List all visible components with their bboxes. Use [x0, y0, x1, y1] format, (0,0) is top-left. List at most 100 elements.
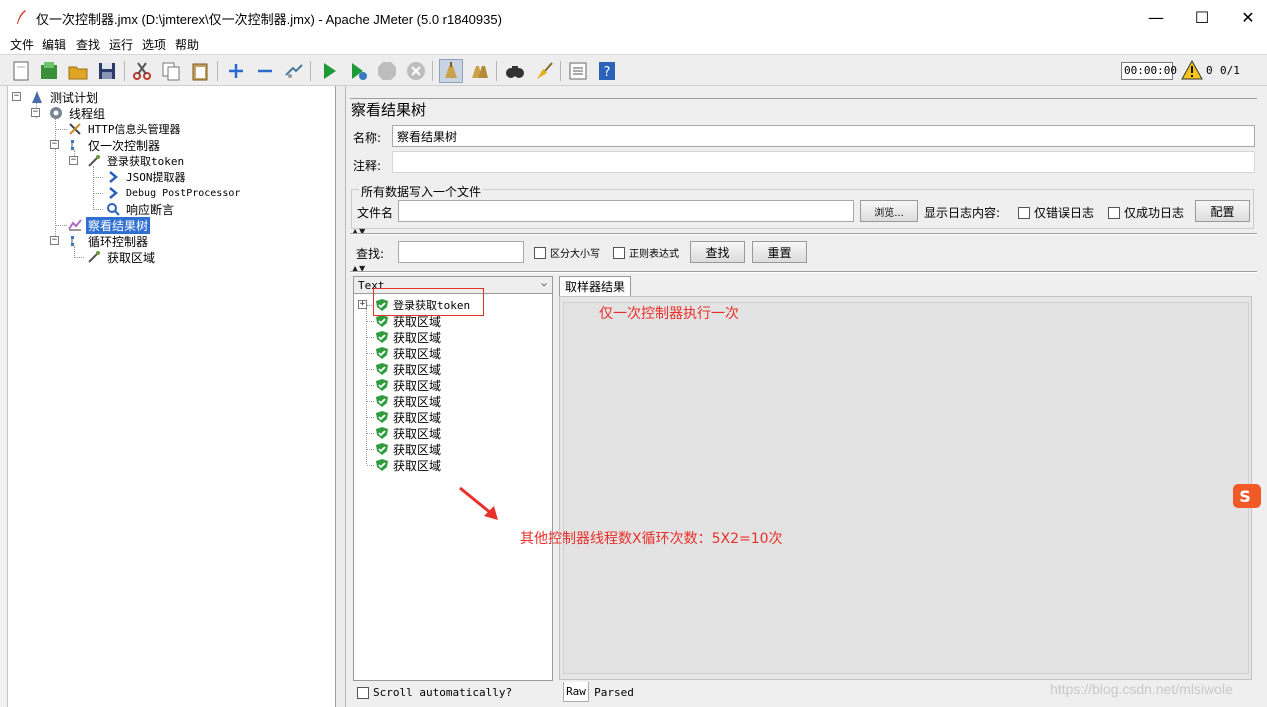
tree-node-debug-postprocessor[interactable]: Debug PostProcessor [105, 185, 242, 201]
collapse-toggle[interactable]: − [50, 140, 59, 149]
result-item[interactable]: 获取区域 [367, 409, 442, 425]
menu-edit[interactable]: 编辑 [42, 36, 66, 53]
sogou-ime-icon[interactable]: S [1231, 482, 1261, 510]
regex-checkbox[interactable]: 正则表达式 [613, 245, 679, 260]
collapse-icon[interactable] [253, 59, 277, 83]
success-shield-icon [376, 459, 388, 471]
comment-label: 注释: [353, 159, 382, 173]
collapse-toggle[interactable]: − [69, 156, 78, 165]
clear-icon[interactable] [439, 59, 463, 83]
configure-button[interactable]: 配置 [1195, 200, 1250, 222]
new-icon[interactable] [9, 59, 33, 83]
errors-only-checkbox[interactable]: 仅错误日志 [1018, 204, 1094, 221]
reset-search-icon[interactable] [532, 59, 556, 83]
tree-node-header-manager[interactable]: HTTP信息头管理器 [67, 121, 183, 137]
success-shield-icon [376, 347, 388, 359]
tree-node-response-assertion[interactable]: 响应断言 [105, 201, 176, 217]
tree-connector [367, 417, 374, 418]
tree-node-label: Debug PostProcessor [126, 187, 241, 199]
menu-bar: 文件 编辑 查找 运行 选项 帮助 [0, 34, 1267, 54]
menu-run[interactable]: 运行 [109, 36, 133, 53]
tree-node-thread-group[interactable]: 线程组 [48, 105, 107, 121]
expand-icon[interactable] [224, 59, 248, 83]
case-sensitive-checkbox[interactable]: 区分大小写 [534, 245, 600, 260]
tree-connector [367, 449, 374, 450]
result-item[interactable]: 获取区域 [367, 441, 441, 457]
toggle-icon[interactable] [282, 59, 306, 83]
tree-node-test-plan[interactable]: 测试计划 [29, 89, 100, 105]
minimize-button[interactable]: — [1133, 0, 1179, 34]
tree-node-json-extractor[interactable]: JSON提取器 [105, 169, 188, 185]
reset-button[interactable]: 重置 [752, 241, 807, 263]
browse-button[interactable]: 浏览... [860, 200, 918, 222]
result-item-label: 获取区域 [393, 410, 442, 425]
log-content-label: 显示日志内容: [924, 206, 1001, 220]
tree-node-label: 线程组 [69, 106, 106, 121]
collapse-toggle[interactable]: − [50, 236, 59, 245]
cut-icon[interactable] [130, 59, 154, 83]
start-icon[interactable] [317, 59, 341, 83]
scroll-automatically-checkbox[interactable]: Scroll automatically? [357, 686, 512, 699]
result-item[interactable]: 获取区域 [367, 361, 442, 377]
result-item[interactable]: 获取区域 [367, 377, 441, 393]
thread-group-icon [48, 105, 64, 121]
result-item[interactable]: 获取区域 [367, 345, 441, 361]
copy-icon[interactable] [159, 59, 183, 83]
controller-icon [67, 137, 83, 153]
comment-field[interactable] [392, 151, 1255, 173]
tab-raw[interactable]: Raw [563, 682, 589, 702]
find-button[interactable]: 查找 [690, 241, 745, 263]
stop-icon[interactable] [375, 59, 399, 83]
extractor-icon [105, 169, 121, 185]
name-field[interactable]: 察看结果树 [392, 125, 1255, 147]
templates-icon[interactable] [37, 59, 61, 83]
tree-node-login-sampler[interactable]: 登录获取token [86, 153, 186, 169]
tree-node-loop-controller[interactable]: 循环控制器 [67, 233, 150, 249]
save-icon[interactable] [95, 59, 119, 83]
success-shield-icon [376, 395, 388, 407]
clear-all-icon[interactable] [468, 59, 492, 83]
menu-options[interactable]: 选项 [142, 36, 166, 53]
errors-only-label: 仅错误日志 [1034, 206, 1095, 220]
close-button[interactable]: ✕ [1225, 0, 1267, 34]
result-item[interactable]: 获取区域 [367, 329, 441, 345]
result-item[interactable]: 获取区域 [367, 393, 441, 409]
tree-node-view-results-tree[interactable]: 察看结果树 [67, 216, 151, 234]
success-only-label: 仅成功日志 [1124, 206, 1185, 220]
success-shield-icon [376, 331, 388, 343]
function-helper-icon[interactable] [566, 59, 590, 83]
result-item-label: 获取区域 [393, 362, 442, 377]
start-no-pause-icon[interactable] [346, 59, 370, 83]
shutdown-icon[interactable] [404, 59, 428, 83]
search-icon[interactable] [503, 59, 527, 83]
success-shield-icon [376, 363, 388, 375]
elapsed-timer: 00:00:00 [1121, 62, 1177, 80]
menu-search[interactable]: 查找 [76, 36, 100, 53]
warning-count: 0 [1206, 64, 1213, 77]
result-item[interactable]: 获取区域 [367, 425, 441, 441]
expand-toggle[interactable]: + [358, 300, 367, 309]
search-field[interactable] [398, 241, 524, 263]
tree-connector [367, 385, 374, 386]
menu-help[interactable]: 帮助 [175, 36, 199, 53]
tab-sampler-result[interactable]: 取样器结果 [559, 276, 631, 296]
result-item[interactable]: 获取区域 [367, 457, 441, 473]
divider [350, 271, 1257, 273]
collapse-toggle[interactable]: − [12, 92, 21, 101]
splitter[interactable] [336, 86, 346, 707]
success-shield-icon [376, 379, 388, 391]
tree-node-once-controller[interactable]: 仅一次控制器 [67, 137, 162, 153]
jmeter-feather-icon [17, 10, 26, 24]
menu-file[interactable]: 文件 [10, 36, 34, 53]
paste-icon[interactable] [188, 59, 212, 83]
tab-parsed[interactable]: Parsed [592, 682, 636, 702]
collapse-toggle[interactable]: − [31, 108, 40, 117]
tree-node-label: HTTP信息头管理器 [88, 123, 181, 136]
filename-field[interactable] [398, 200, 854, 222]
warning-icon[interactable] [1181, 60, 1203, 80]
help-icon[interactable]: ? [595, 59, 619, 83]
tree-node-region-sampler[interactable]: 获取区域 [86, 249, 157, 265]
maximize-button[interactable]: ☐ [1179, 0, 1225, 34]
open-icon[interactable] [66, 59, 90, 83]
success-only-checkbox[interactable]: 仅成功日志 [1108, 204, 1184, 221]
